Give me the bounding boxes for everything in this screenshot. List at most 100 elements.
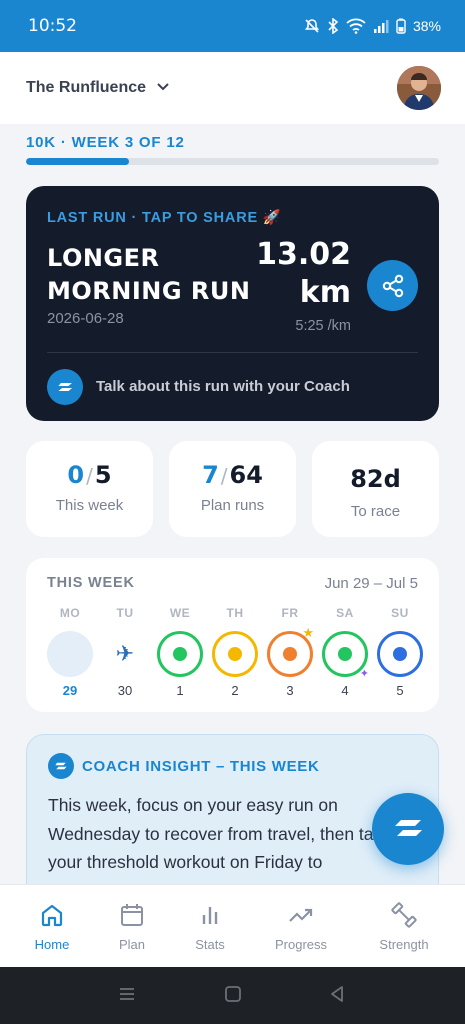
day-status xyxy=(212,631,258,677)
nav-progress[interactable]: Progress xyxy=(261,901,341,952)
last-run-kicker: LAST RUN · TAP TO SHARE 🚀 xyxy=(47,210,282,226)
day-status: ✦ xyxy=(322,631,369,680)
insight-text: This week, focus on your easy run on Wed… xyxy=(48,795,405,872)
chevron-down-icon[interactable] xyxy=(156,79,170,97)
week-day[interactable]: SU 5 xyxy=(376,606,424,698)
signal-icon xyxy=(373,18,389,34)
share-button[interactable] xyxy=(367,260,418,311)
talk-to-coach-link[interactable]: Talk about this run with your Coach xyxy=(96,378,350,395)
workout-dot xyxy=(228,647,242,661)
bluetooth-icon xyxy=(327,18,339,34)
workout-dot xyxy=(283,647,297,661)
bottom-nav: Home Plan Stats Progress Strength xyxy=(0,884,465,967)
stat-label: To race xyxy=(350,503,401,520)
coach-logo-icon xyxy=(395,820,422,836)
calendar-icon xyxy=(121,904,143,926)
team-selector[interactable]: The Runfluence xyxy=(26,79,146,97)
nav-stats[interactable]: Stats xyxy=(170,901,250,952)
coach-logo-icon xyxy=(48,753,74,779)
nav-strength[interactable]: Strength xyxy=(364,901,444,952)
stat-value: 82d xyxy=(350,465,401,493)
day-label: FR xyxy=(281,606,299,620)
week-day[interactable]: SA ✦ 4 xyxy=(321,606,369,698)
day-date: 3 xyxy=(286,683,294,698)
divider xyxy=(47,352,418,353)
week-range: Jun 29 – Jul 5 xyxy=(324,575,418,592)
avatar[interactable] xyxy=(397,66,441,110)
plan-label: 10K · WEEK 3 OF 12 xyxy=(26,134,185,151)
system-nav-bar xyxy=(0,967,465,1024)
day-date: 30 xyxy=(117,683,133,698)
day-status: ★ xyxy=(267,626,314,677)
recents-icon[interactable] xyxy=(118,985,136,1003)
stat-value: 7 xyxy=(202,461,219,489)
stat-to-race: 82d To race xyxy=(312,441,439,537)
week-day[interactable]: TU ✈ 30 xyxy=(101,606,149,698)
wifi-icon xyxy=(346,18,366,34)
week-day[interactable]: WE 1 xyxy=(156,606,204,698)
day-date: 5 xyxy=(396,683,404,698)
back-icon[interactable] xyxy=(328,985,346,1003)
home-button-icon[interactable] xyxy=(224,985,242,1003)
nav-label: Home xyxy=(34,937,70,952)
day-date: 29 xyxy=(62,683,78,698)
star-icon: ★ xyxy=(302,626,314,641)
stat-label: This week xyxy=(55,497,124,514)
day-label: TH xyxy=(226,606,244,620)
day-label: WE xyxy=(169,606,191,620)
status-bar: 10:52 38% xyxy=(0,0,465,52)
day-label: SU xyxy=(391,606,409,620)
day-date: 4 xyxy=(341,683,349,698)
coach-logo-icon xyxy=(47,369,83,405)
day-date: 1 xyxy=(176,683,184,698)
app-header: The Runfluence xyxy=(0,52,465,124)
stat-total: 5 xyxy=(94,461,112,489)
last-run-card[interactable]: LAST RUN · TAP TO SHARE 🚀 LONGER MORNING… xyxy=(26,186,439,421)
nav-home[interactable]: Home xyxy=(12,901,92,952)
run-distance-unit: km xyxy=(299,275,351,310)
day-label: MO xyxy=(59,606,81,620)
day-status: ✈ xyxy=(102,631,148,677)
run-date: 2026-06-28 xyxy=(47,310,124,327)
trend-icon xyxy=(289,908,313,922)
home-icon xyxy=(41,904,63,927)
week-day[interactable]: FR ★ 3 xyxy=(266,606,314,698)
stat-label: Plan runs xyxy=(200,497,265,514)
coach-chat-button[interactable] xyxy=(372,793,444,865)
status-time: 10:52 xyxy=(28,16,77,36)
mute-icon xyxy=(304,18,320,34)
week-day[interactable]: MO 29 xyxy=(46,606,94,698)
nav-plan[interactable]: Plan xyxy=(92,901,172,952)
plan-progress-bar xyxy=(26,158,439,165)
run-distance-value: 13.02 xyxy=(256,237,351,272)
nav-label: Plan xyxy=(118,937,146,952)
stat-value: 0 xyxy=(67,461,85,489)
week-day[interactable]: TH 2 xyxy=(211,606,259,698)
this-week-card: THIS WEEK Jun 29 – Jul 5 MO 29 TU ✈ 30 WE 1 TH 2… xyxy=(26,558,439,712)
day-label: SA xyxy=(336,606,354,620)
run-name: LONGER MORNING RUN xyxy=(47,244,251,305)
bar-chart-icon xyxy=(202,907,218,924)
stat-total: 64 xyxy=(229,461,263,489)
battery-percent: 38% xyxy=(412,18,441,34)
workout-dot xyxy=(393,647,407,661)
stat-this-week: 0/5 This week xyxy=(26,441,153,537)
nav-label: Stats xyxy=(195,937,225,952)
stat-plan-runs: 7/64 Plan runs xyxy=(169,441,296,537)
plan-progress-fill xyxy=(26,158,130,165)
battery-icon xyxy=(396,18,406,34)
share-icon xyxy=(382,274,403,297)
nav-label: Strength xyxy=(379,937,429,952)
airplane-icon: ✈ xyxy=(115,641,135,667)
day-date: 2 xyxy=(231,683,239,698)
day-label: TU xyxy=(116,606,134,620)
day-status xyxy=(377,631,423,677)
strength-badge-icon: ✦ xyxy=(359,667,369,680)
day-status xyxy=(47,631,93,677)
run-distance: 13.02 km xyxy=(256,236,351,312)
run-pace: 5:25 /km xyxy=(295,318,351,334)
dumbbell-icon xyxy=(391,902,417,928)
day-status xyxy=(157,631,203,677)
workout-dot xyxy=(338,647,352,661)
nav-label: Progress xyxy=(274,937,328,952)
